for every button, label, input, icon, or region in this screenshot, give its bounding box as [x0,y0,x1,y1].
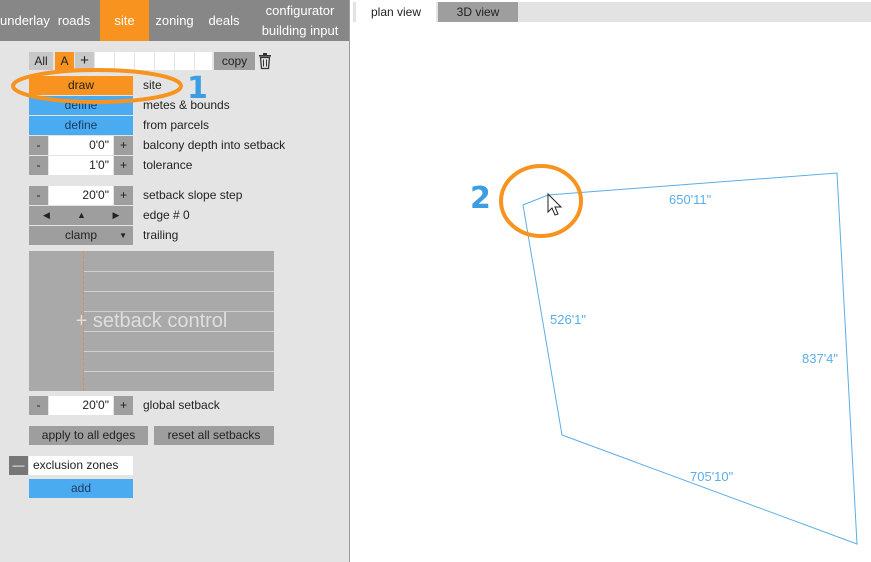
dimension-bottom: 705'10" [690,469,734,484]
highlight-ellipse-start-point [499,164,583,238]
dimension-left: 526'1" [550,312,586,327]
dimension-right: 837'4" [802,351,838,366]
highlight-ellipse-draw [11,68,183,104]
step-1-marker: 1 [187,71,208,106]
plan-canvas[interactable]: 650'11" 526'1" 837'4" 705'10" 1 2 [0,0,871,562]
dimension-top: 650'11" [669,192,712,207]
mouse-cursor-icon [547,192,563,216]
step-2-marker: 2 [470,181,491,216]
